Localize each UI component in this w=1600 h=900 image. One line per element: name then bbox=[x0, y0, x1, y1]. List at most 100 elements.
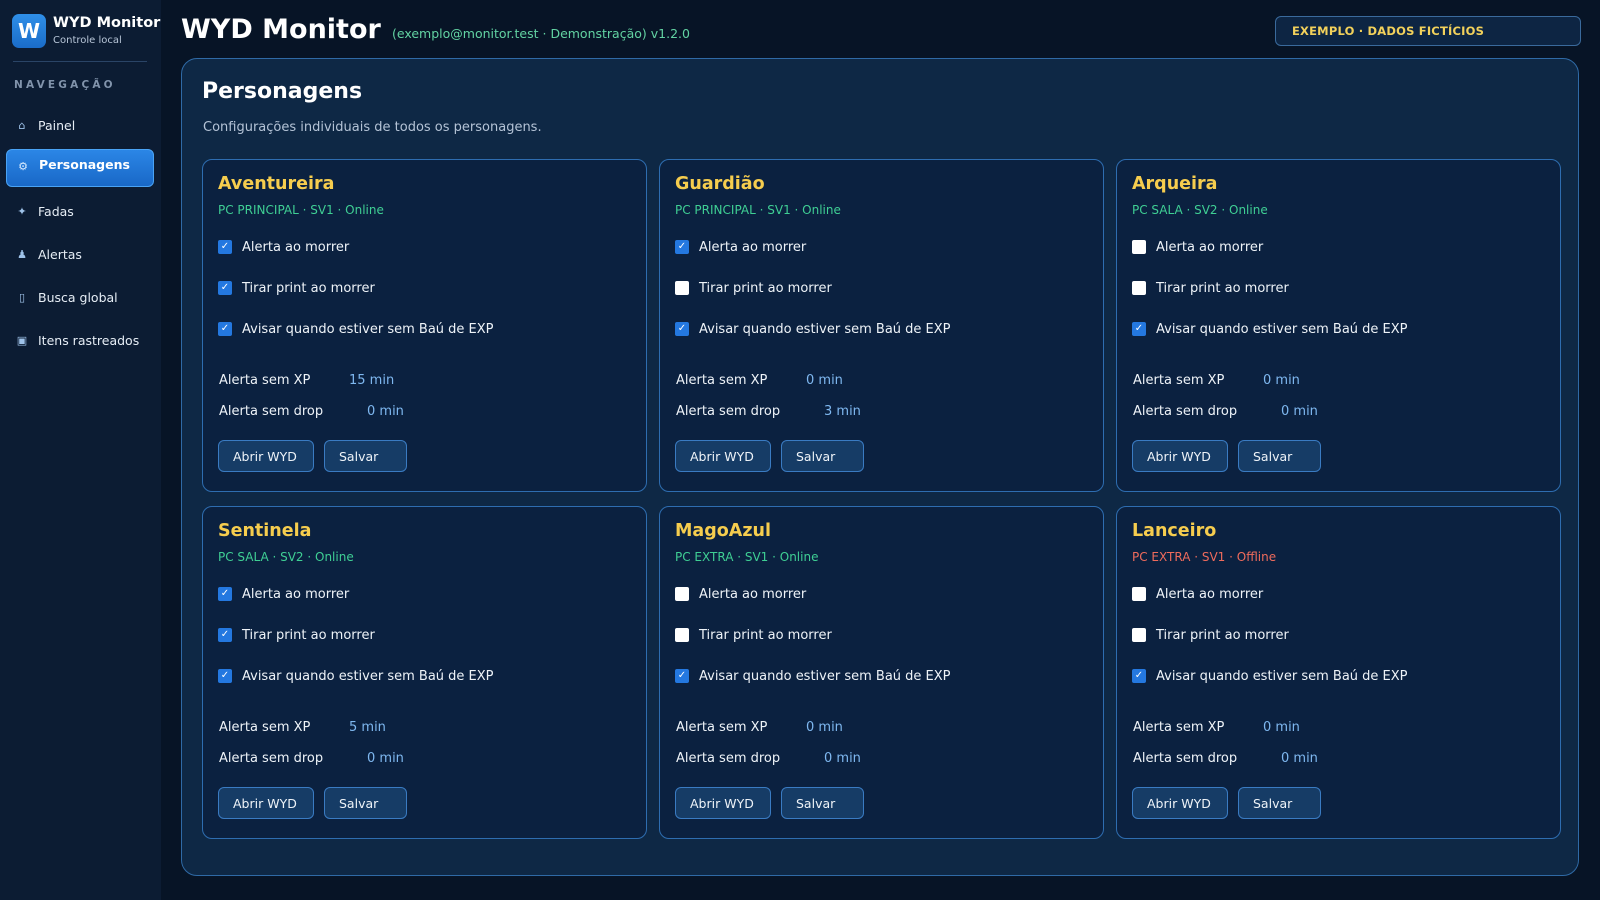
demo-badge: EXEMPLO · DADOS FICTÍCIOS bbox=[1275, 16, 1581, 46]
sidebar-item-busca-global[interactable]: ▯ Busca global bbox=[6, 278, 154, 316]
alert-xp-value[interactable]: 5 min bbox=[349, 720, 386, 735]
checkbox-checked[interactable]: ✓ bbox=[218, 281, 232, 295]
open-wyd-button[interactable]: Abrir WYD bbox=[218, 787, 314, 819]
sidebar-item-alertas[interactable]: ♟ Alertas bbox=[6, 235, 154, 273]
sidebar-item-label: Alertas bbox=[38, 246, 82, 262]
check-icon: ✓ bbox=[677, 241, 687, 252]
checkbox-checked[interactable]: ✓ bbox=[1132, 322, 1146, 336]
save-button[interactable]: Salvar bbox=[1238, 440, 1321, 472]
alert-drop-value[interactable]: 0 min bbox=[367, 751, 404, 766]
checkbox-checked[interactable]: ✓ bbox=[218, 587, 232, 601]
open-wyd-button[interactable]: Abrir WYD bbox=[675, 440, 771, 472]
option-label: Avisar quando estiver sem Baú de EXP bbox=[1156, 668, 1408, 684]
option-row: Alerta ao morrer bbox=[675, 584, 806, 604]
alert-drop-value[interactable]: 3 min bbox=[824, 404, 861, 419]
option-row: ✓ Alerta ao morrer bbox=[218, 584, 349, 604]
option-label: Tirar print ao morrer bbox=[699, 627, 832, 643]
option-label: Alerta ao morrer bbox=[242, 586, 350, 602]
option-label: Tirar print ao morrer bbox=[242, 627, 375, 643]
alert-drop-value[interactable]: 0 min bbox=[367, 404, 404, 419]
sidebar-item-label: Busca global bbox=[38, 289, 118, 305]
option-row: ✓ Tirar print ao morrer bbox=[218, 625, 375, 645]
page-header-title: WYD Monitor bbox=[181, 14, 381, 45]
sidebar-item-painel[interactable]: ⌂ Painel bbox=[6, 106, 154, 144]
checkbox-unchecked[interactable] bbox=[675, 281, 689, 295]
sidebar-item-personagens[interactable]: ⚙ Personagens bbox=[6, 149, 154, 187]
pawn-icon: ♟ bbox=[17, 247, 27, 261]
option-label: Avisar quando estiver sem Baú de EXP bbox=[699, 321, 951, 337]
option-label: Avisar quando estiver sem Baú de EXP bbox=[1156, 321, 1408, 337]
checkbox-unchecked[interactable] bbox=[1132, 281, 1146, 295]
alert-xp-label: Alerta sem XP bbox=[1133, 720, 1225, 735]
save-button[interactable]: Salvar bbox=[324, 440, 407, 472]
checkbox-checked[interactable]: ✓ bbox=[218, 669, 232, 683]
panel-subtitle: Configurações individuais de todos os pe… bbox=[203, 120, 542, 135]
character-card: Guardião PC PRINCIPAL · SV1 · Online ✓ Aler… bbox=[659, 159, 1104, 492]
save-button[interactable]: Salvar bbox=[781, 440, 864, 472]
check-icon: ✓ bbox=[1134, 670, 1144, 681]
checkbox-unchecked[interactable] bbox=[675, 587, 689, 601]
option-row: ✓ Alerta ao morrer bbox=[675, 237, 806, 257]
option-label: Alerta ao morrer bbox=[1156, 586, 1264, 602]
alert-xp-value[interactable]: 0 min bbox=[1263, 373, 1300, 388]
option-label: Tirar print ao morrer bbox=[242, 280, 375, 296]
check-icon: ✓ bbox=[220, 241, 230, 252]
open-wyd-button[interactable]: Abrir WYD bbox=[1132, 440, 1228, 472]
character-status: PC EXTRA · SV1 · Offline bbox=[1132, 550, 1277, 564]
sidebar-item-itens-rastreados[interactable]: ▣ Itens rastreados bbox=[6, 321, 154, 359]
sidebar-nav: ⌂ Painel ⚙ Personagens ✦ Fadas ♟ Alertas ▯ Busca … bbox=[6, 106, 154, 364]
app-logo: W bbox=[12, 14, 46, 48]
alert-drop-value[interactable]: 0 min bbox=[1281, 751, 1318, 766]
checkbox-checked[interactable]: ✓ bbox=[675, 240, 689, 254]
alert-drop-value[interactable]: 0 min bbox=[824, 751, 861, 766]
alert-drop-label: Alerta sem drop bbox=[1133, 404, 1238, 419]
alert-drop-row: Alerta sem drop 0 min bbox=[219, 751, 404, 766]
sparkle-icon: ✦ bbox=[17, 204, 27, 218]
home-icon: ⌂ bbox=[18, 118, 26, 132]
character-name: Guardião bbox=[675, 174, 765, 194]
checkbox-checked[interactable]: ✓ bbox=[218, 322, 232, 336]
open-wyd-button[interactable]: Abrir WYD bbox=[1132, 787, 1228, 819]
checkbox-checked[interactable]: ✓ bbox=[675, 669, 689, 683]
checkbox-unchecked[interactable] bbox=[1132, 628, 1146, 642]
sidebar-item-fadas[interactable]: ✦ Fadas bbox=[6, 192, 154, 230]
brand-title: WYD Monitor bbox=[53, 15, 161, 31]
option-label: Avisar quando estiver sem Baú de EXP bbox=[699, 668, 951, 684]
brand-subtitle: Controle local bbox=[53, 35, 122, 46]
checkbox-checked[interactable]: ✓ bbox=[218, 628, 232, 642]
checkbox-unchecked[interactable] bbox=[675, 628, 689, 642]
checkbox-checked[interactable]: ✓ bbox=[218, 240, 232, 254]
alert-xp-row: Alerta sem XP 0 min bbox=[1133, 373, 1300, 388]
sidebar-item-label: Personagens bbox=[39, 157, 130, 172]
alert-xp-label: Alerta sem XP bbox=[676, 373, 768, 388]
option-row: Alerta ao morrer bbox=[1132, 584, 1263, 604]
alert-xp-value[interactable]: 0 min bbox=[806, 720, 843, 735]
checkbox-checked[interactable]: ✓ bbox=[1132, 669, 1146, 683]
sidebar-item-label: Itens rastreados bbox=[38, 332, 140, 348]
character-card: Lanceiro PC EXTRA · SV1 · Offline Alerta a… bbox=[1116, 506, 1561, 839]
checkbox-unchecked[interactable] bbox=[1132, 240, 1146, 254]
option-row: Tirar print ao morrer bbox=[675, 278, 832, 298]
checkbox-unchecked[interactable] bbox=[1132, 587, 1146, 601]
open-wyd-button[interactable]: Abrir WYD bbox=[218, 440, 314, 472]
alert-xp-value[interactable]: 0 min bbox=[806, 373, 843, 388]
sidebar: W WYD Monitor Controle local NAVEGAÇÃO ⌂… bbox=[0, 0, 161, 900]
option-label: Alerta ao morrer bbox=[699, 239, 807, 255]
alert-drop-value[interactable]: 0 min bbox=[1281, 404, 1318, 419]
option-label: Tirar print ao morrer bbox=[1156, 280, 1289, 296]
sidebar-item-label: Painel bbox=[38, 117, 76, 133]
character-card: Aventureira PC PRINCIPAL · SV1 · Online ✓ A… bbox=[202, 159, 647, 492]
alert-xp-value[interactable]: 15 min bbox=[349, 373, 394, 388]
checkbox-checked[interactable]: ✓ bbox=[675, 322, 689, 336]
option-row: ✓ Avisar quando estiver sem Baú de EXP bbox=[1132, 666, 1408, 686]
character-status: PC SALA · SV2 · Online bbox=[218, 550, 354, 564]
save-button[interactable]: Salvar bbox=[1238, 787, 1321, 819]
save-button[interactable]: Salvar bbox=[324, 787, 407, 819]
alert-xp-value[interactable]: 0 min bbox=[1263, 720, 1300, 735]
save-button[interactable]: Salvar bbox=[781, 787, 864, 819]
option-label: Avisar quando estiver sem Baú de EXP bbox=[242, 321, 494, 337]
option-row: ✓ Avisar quando estiver sem Baú de EXP bbox=[218, 319, 494, 339]
option-label: Alerta ao morrer bbox=[699, 586, 807, 602]
option-row: ✓ Avisar quando estiver sem Baú de EXP bbox=[218, 666, 494, 686]
open-wyd-button[interactable]: Abrir WYD bbox=[675, 787, 771, 819]
